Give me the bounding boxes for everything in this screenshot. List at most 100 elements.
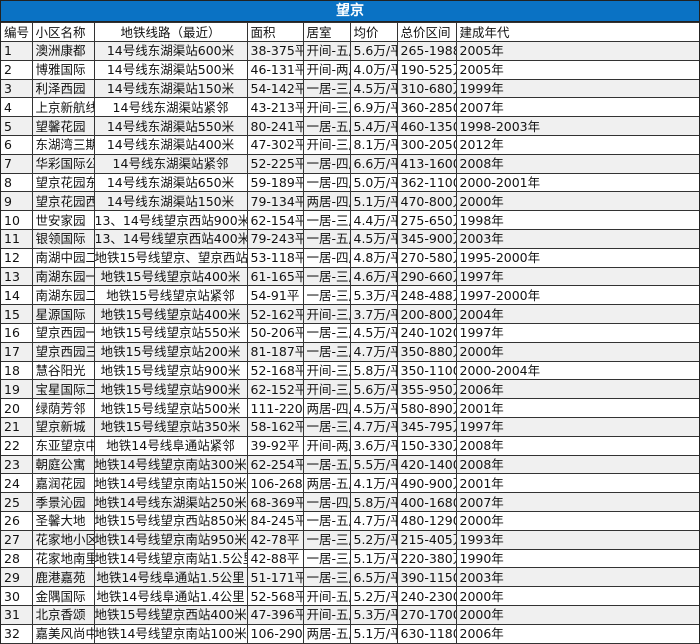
cell-route: 地铁15号线望京西站400米 bbox=[93, 604, 248, 625]
cell-area: 79-134平 bbox=[246, 191, 304, 212]
table-row: 14南湖东园二区地铁15号线望京站紧邻54-91平一居-三居5.3万/平248-… bbox=[1, 285, 699, 306]
cell-avg-price: 4.7万/平 bbox=[349, 510, 398, 531]
cell-route: 地铁15号线望京、望京西站600米 bbox=[93, 247, 248, 268]
cell-id: 26 bbox=[1, 510, 33, 531]
cell-total-price: 362-1100万 bbox=[396, 172, 457, 193]
header-row: 编号 小区名称 地铁线路（最近） 面积 居室 均价 总价区间 建成年代 bbox=[1, 22, 699, 42]
cell-name: 望京新城 bbox=[31, 416, 95, 437]
cell-rooms: 两居-五居 bbox=[302, 473, 351, 494]
cell-id: 30 bbox=[1, 586, 33, 606]
cell-total-price: 470-800万 bbox=[396, 191, 457, 212]
cell-year: 2005年 bbox=[455, 41, 699, 61]
cell-area: 79-243平 bbox=[246, 228, 304, 249]
cell-avg-price: 5.2万/平 bbox=[349, 529, 398, 550]
header-name: 小区名称 bbox=[31, 22, 95, 42]
cell-avg-price: 5.2万/平 bbox=[349, 586, 398, 606]
cell-id: 19 bbox=[1, 379, 33, 400]
cell-name: 华彩国际公寓 bbox=[31, 153, 95, 174]
cell-year: 1997年 bbox=[455, 266, 699, 287]
cell-area: 54-142平 bbox=[246, 78, 304, 99]
cell-id: 18 bbox=[1, 360, 33, 381]
cell-year: 1997年 bbox=[455, 322, 699, 343]
cell-route: 地铁14号线阜通站1.5公里 bbox=[93, 567, 248, 588]
table-row: 6东湖湾三期14号线东湖渠站400米47-302平开间-三居8.1万/平300-… bbox=[1, 134, 699, 155]
cell-rooms: 一居-五居 bbox=[302, 454, 351, 475]
cell-area: 52-225平 bbox=[246, 153, 304, 174]
cell-year: 2000年 bbox=[455, 586, 699, 606]
cell-total-price: 345-795万 bbox=[396, 416, 457, 437]
table-row: 28花家地南里地铁14号线望京南站1.5公里42-88平一居-三居5.1万/平2… bbox=[1, 548, 699, 569]
cell-total-price: 300-2050万 bbox=[396, 134, 457, 155]
cell-total-price: 490-900万 bbox=[396, 473, 457, 494]
cell-route: 地铁15号线望京站350米 bbox=[93, 416, 248, 437]
cell-year: 2008年 bbox=[455, 153, 699, 174]
cell-year: 2000-2004年 bbox=[455, 360, 699, 381]
cell-route: 地铁15号线望京站550米 bbox=[93, 322, 248, 343]
cell-year: 2007年 bbox=[455, 97, 699, 118]
table-row: 11银领国际13、14号线望京西站400米79-243平一居-五居4.5万/平3… bbox=[1, 228, 699, 249]
table-row: 21望京新城地铁15号线望京站350米58-162平一居-三居4.7万/平345… bbox=[1, 416, 699, 437]
cell-id: 5 bbox=[1, 116, 33, 136]
cell-year: 2005年 bbox=[455, 59, 699, 80]
cell-year: 2000年 bbox=[455, 604, 699, 625]
cell-total-price: 355-950万 bbox=[396, 379, 457, 400]
table-row: 24嘉润花园地铁14号线望京南站150米106-268平两居-五居4.1万/平4… bbox=[1, 473, 699, 494]
cell-name: 望京花园东区 bbox=[31, 172, 95, 193]
cell-year: 2003年 bbox=[455, 567, 699, 588]
cell-avg-price: 6.9万/平 bbox=[349, 97, 398, 118]
cell-total-price: 360-2850万 bbox=[396, 97, 457, 118]
cell-area: 50-206平 bbox=[246, 322, 304, 343]
cell-route: 地铁14号线望京南站100米 bbox=[93, 623, 248, 644]
cell-area: 106-290平 bbox=[246, 623, 304, 644]
cell-id: 15 bbox=[1, 304, 33, 324]
cell-avg-price: 5.4万/平 bbox=[349, 116, 398, 136]
cell-area: 84-245平 bbox=[246, 510, 304, 531]
header-area: 面积 bbox=[246, 22, 304, 42]
header-id: 编号 bbox=[1, 22, 33, 42]
cell-rooms: 开间-三居 bbox=[302, 134, 351, 155]
cell-year: 1999年 bbox=[455, 78, 699, 99]
cell-rooms: 开间-五居 bbox=[302, 586, 351, 606]
cell-name: 望京西园三区 bbox=[31, 341, 95, 362]
cell-area: 61-165平 bbox=[246, 266, 304, 287]
cell-name: 慧谷阳光 bbox=[31, 360, 95, 381]
cell-total-price: 248-488万 bbox=[396, 285, 457, 306]
cell-rooms: 一居-四居 bbox=[302, 492, 351, 512]
cell-route: 14号线东湖渠站550米 bbox=[93, 116, 248, 136]
cell-area: 46-131平 bbox=[246, 59, 304, 80]
cell-rooms: 一居-三居 bbox=[302, 78, 351, 99]
cell-id: 9 bbox=[1, 191, 33, 212]
table-row: 32嘉美风尚中心地铁14号线望京南站100米106-290平两居-五居5.1万/… bbox=[1, 623, 699, 644]
cell-route: 地铁14号线望京南站1.5公里 bbox=[93, 548, 248, 569]
cell-avg-price: 4.5万/平 bbox=[349, 322, 398, 343]
cell-rooms: 开间-两居 bbox=[302, 59, 351, 80]
cell-area: 52-162平 bbox=[246, 304, 304, 324]
cell-route: 地铁15号线望京站400米 bbox=[93, 304, 248, 324]
cell-avg-price: 4.0万/平 bbox=[349, 59, 398, 80]
cell-name: 东湖湾三期 bbox=[31, 134, 95, 155]
cell-route: 地铁14号线阜通站紧邻 bbox=[93, 435, 248, 456]
cell-id: 14 bbox=[1, 285, 33, 306]
table-row: 26圣馨大地地铁15号线望京西站850米84-245平一居-五居4.7万/平48… bbox=[1, 510, 699, 531]
cell-total-price: 200-800万 bbox=[396, 304, 457, 324]
cell-avg-price: 4.7万/平 bbox=[349, 341, 398, 362]
housing-table: 编号 小区名称 地铁线路（最近） 面积 居室 均价 总价区间 建成年代 1 澳洲康… bbox=[1, 22, 699, 644]
cell-name: 望京西园一区 bbox=[31, 322, 95, 343]
cell-avg-price: 5.5万/平 bbox=[349, 454, 398, 475]
cell-route: 地铁15号线望京站紧邻 bbox=[93, 285, 248, 306]
cell-id: 22 bbox=[1, 435, 33, 456]
table-row: 18慧谷阳光地铁15号线望京站900米52-168平开间-三居5.8万/平350… bbox=[1, 360, 699, 381]
cell-name: 宝星国际二期 bbox=[31, 379, 95, 400]
cell-id: 27 bbox=[1, 529, 33, 550]
cell-avg-price: 5.1万/平 bbox=[349, 548, 398, 569]
cell-name: 东亚望京中心 bbox=[31, 435, 95, 456]
cell-total-price: 240-2300万 bbox=[396, 586, 457, 606]
cell-avg-price: 8.1万/平 bbox=[349, 134, 398, 155]
cell-id: 1 bbox=[1, 41, 33, 61]
table-row: 31北京香颂地铁15号线望京西站400米47-396平开间-五居5.3万/平27… bbox=[1, 604, 699, 625]
cell-total-price: 350-880万 bbox=[396, 341, 457, 362]
cell-name: 鹿港嘉苑 bbox=[31, 567, 95, 588]
cell-rooms: 一居-四居 bbox=[302, 172, 351, 193]
cell-total-price: 390-1150万 bbox=[396, 567, 457, 588]
cell-rooms: 开间-三居 bbox=[302, 360, 351, 381]
